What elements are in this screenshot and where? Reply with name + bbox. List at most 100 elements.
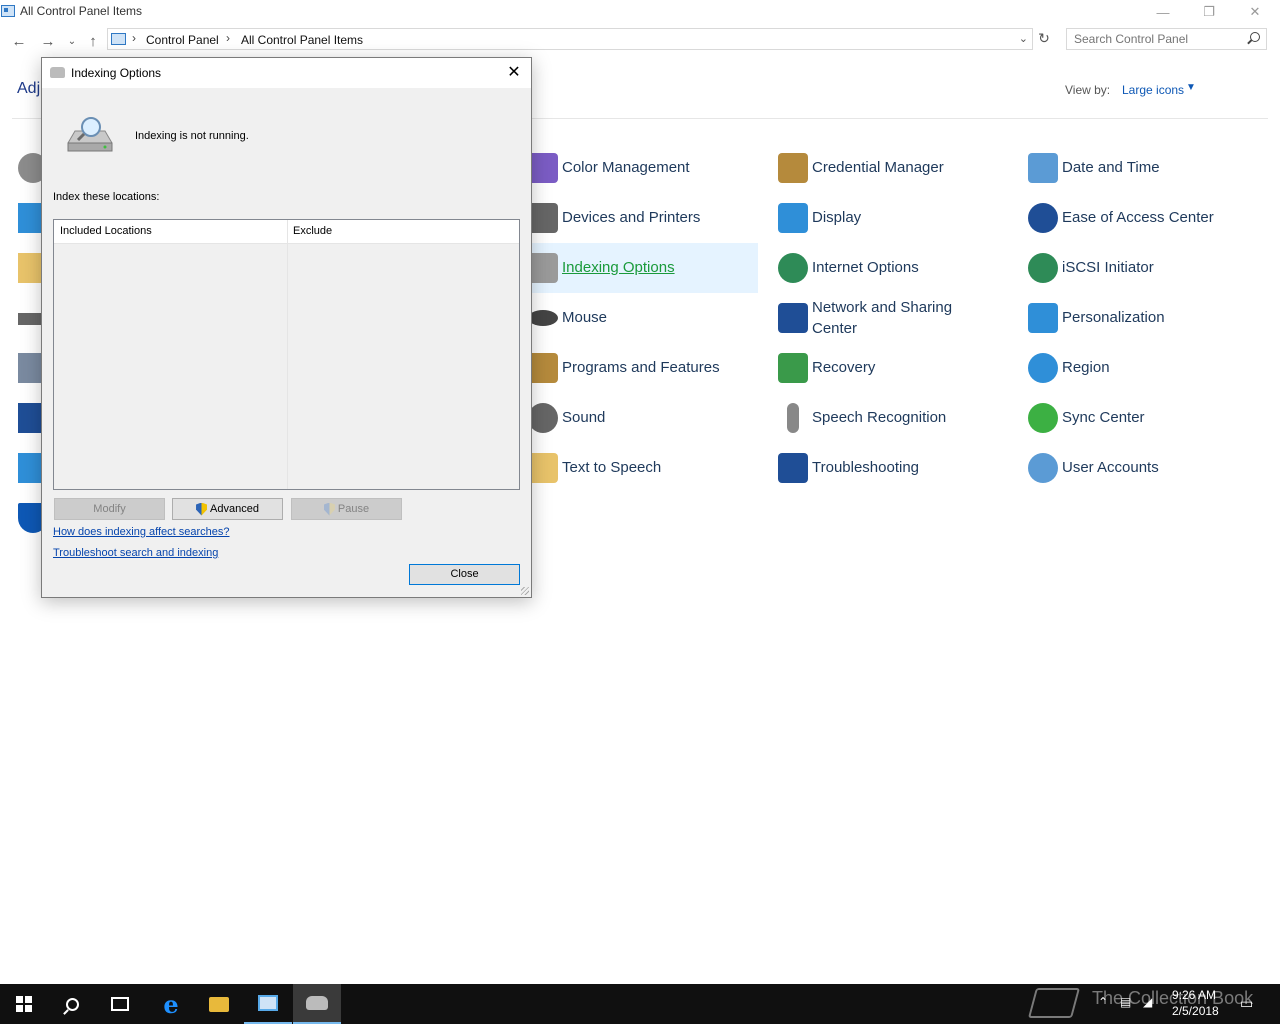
display-icon <box>778 203 808 233</box>
user-accounts-icon <box>1028 453 1058 483</box>
indexing-status-text: Indexing is not running. <box>135 130 249 142</box>
credential-manager-icon <box>778 153 808 183</box>
recovery-icon <box>778 353 808 383</box>
resize-grip-icon[interactable] <box>521 587 529 595</box>
taskbar-file-explorer[interactable] <box>195 984 243 1024</box>
breadcrumb-all-items[interactable]: All Control Panel Items <box>241 33 363 47</box>
refresh-icon[interactable]: ↻ <box>1034 30 1054 50</box>
page-heading: Adj <box>17 80 41 97</box>
cp-item-troubleshooting[interactable]: Troubleshooting <box>768 443 1008 493</box>
view-by-label: View by: <box>1065 83 1111 97</box>
breadcrumb-control-panel[interactable]: Control Panel <box>146 33 219 47</box>
forward-arrow-icon[interactable]: → <box>38 31 58 51</box>
dialog-title: Indexing Options <box>71 66 162 80</box>
taskbar-indexing-options[interactable] <box>293 984 341 1024</box>
personalization-icon <box>1028 303 1058 333</box>
cp-item-network-sharing[interactable]: Network and Sharing Center <box>768 293 1008 343</box>
back-arrow-icon[interactable]: ← <box>9 31 29 51</box>
breadcrumb-chevron-icon[interactable]: › <box>226 31 230 45</box>
cp-item-iscsi-initiator[interactable]: iSCSI Initiator <box>1018 243 1258 293</box>
cp-item-user-accounts[interactable]: User Accounts <box>1018 443 1258 493</box>
volume-muted-icon[interactable]: ◢ <box>1143 995 1152 1009</box>
pause-button[interactable]: Pause <box>291 498 402 520</box>
recent-locations-chevron-icon[interactable]: ⌄ <box>62 31 82 51</box>
close-window-button[interactable]: ✕ <box>1232 0 1278 24</box>
view-by-dropdown-arrow-icon[interactable]: ▼ <box>1186 82 1196 93</box>
cp-item-indexing-options[interactable]: Indexing Options <box>518 243 758 293</box>
indexing-options-icon <box>306 996 328 1010</box>
taskbar-internet-explorer[interactable]: e <box>147 984 195 1024</box>
internet-explorer-icon: e <box>163 989 179 1019</box>
taskbar-search-button[interactable] <box>48 984 96 1024</box>
troubleshooting-icon <box>778 453 808 483</box>
address-dropdown-icon[interactable]: ⌄ <box>1019 32 1028 45</box>
date-time-icon <box>1028 153 1058 183</box>
cp-item-display[interactable]: Display <box>768 193 1008 243</box>
how-indexing-affects-link[interactable]: How does indexing affect searches? <box>53 526 230 538</box>
cp-item-region[interactable]: Region <box>1018 343 1258 393</box>
network-tray-icon[interactable]: ▤ <box>1120 995 1131 1009</box>
control-panel-icon <box>258 995 278 1011</box>
address-bar[interactable]: › Control Panel › All Control Panel Item… <box>107 28 1033 50</box>
cp-item-sync-center[interactable]: Sync Center <box>1018 393 1258 443</box>
cp-item-personalization[interactable]: Personalization <box>1018 293 1258 343</box>
indexing-options-icon <box>528 253 558 283</box>
taskbar-control-panel[interactable] <box>244 984 292 1024</box>
task-view-icon <box>111 997 129 1011</box>
network-icon <box>778 303 808 333</box>
view-by-dropdown[interactable]: Large icons <box>1122 83 1184 97</box>
task-view-button[interactable] <box>96 984 144 1024</box>
cp-item-sound[interactable]: Sound <box>518 393 758 443</box>
microphone-icon <box>787 403 799 433</box>
breadcrumb-chevron-icon[interactable]: › <box>132 31 136 45</box>
indexing-options-dialog: Indexing Options ✕ Indexing is not runni… <box>41 57 532 598</box>
cp-item-ease-of-access[interactable]: Ease of Access Center <box>1018 193 1258 243</box>
indexing-status-icon <box>67 117 113 152</box>
search-icon[interactable] <box>1250 32 1260 42</box>
index-locations-label: Index these locations: <box>53 191 160 203</box>
action-center-icon[interactable]: ▭ <box>1240 995 1253 1012</box>
programs-features-icon <box>528 353 558 383</box>
troubleshoot-indexing-link[interactable]: Troubleshoot search and indexing <box>53 547 218 559</box>
tray-expand-icon[interactable]: ⌃ <box>1098 995 1108 1009</box>
clock-date[interactable]: 2/5/2018 <box>1172 1004 1219 1018</box>
uac-shield-icon <box>196 502 208 516</box>
indexing-options-icon <box>50 67 65 78</box>
advanced-button[interactable]: Advanced <box>172 498 283 520</box>
printer-icon <box>528 203 558 233</box>
mouse-icon <box>528 310 558 326</box>
cp-item-text-to-speech[interactable]: Text to Speech <box>518 443 758 493</box>
file-explorer-icon <box>209 996 229 1012</box>
column-included-locations[interactable]: Included Locations <box>60 225 152 237</box>
cp-item-speech-recognition[interactable]: Speech Recognition <box>768 393 1008 443</box>
column-exclude[interactable]: Exclude <box>293 225 332 237</box>
internet-options-icon <box>778 253 808 283</box>
control-panel-icon <box>111 33 126 45</box>
modify-button[interactable]: Modify <box>54 498 165 520</box>
cp-item-date-and-time[interactable]: Date and Time <box>1018 143 1258 193</box>
cp-item-credential-manager[interactable]: Credential Manager <box>768 143 1008 193</box>
sound-icon <box>528 403 558 433</box>
navigation-bar: ← → ⌄ ↑ › Control Panel › All Control Pa… <box>0 26 1280 54</box>
cp-item-programs-features[interactable]: Programs and Features <box>518 343 758 393</box>
restore-button[interactable]: ❐ <box>1186 0 1232 24</box>
search-icon <box>65 997 79 1011</box>
text-to-speech-icon <box>528 453 558 483</box>
close-button[interactable]: Close <box>409 564 520 585</box>
dialog-close-icon[interactable]: ✕ <box>500 62 528 84</box>
cp-item-recovery[interactable]: Recovery <box>768 343 1008 393</box>
locations-list[interactable]: Included Locations Exclude <box>53 219 520 490</box>
start-button[interactable] <box>0 984 48 1024</box>
ease-of-access-icon <box>1028 203 1058 233</box>
uac-shield-icon <box>323 502 335 516</box>
up-arrow-icon[interactable]: ↑ <box>83 31 103 51</box>
search-box[interactable] <box>1066 28 1267 50</box>
cp-item-devices-and-printers[interactable]: Devices and Printers <box>518 193 758 243</box>
minimize-button[interactable]: — <box>1140 0 1186 24</box>
clock-time[interactable]: 9:26 AM <box>1172 988 1216 1002</box>
cp-item-mouse[interactable]: Mouse <box>518 293 758 343</box>
search-input[interactable] <box>1074 32 1244 46</box>
cp-item-color-management[interactable]: Color Management <box>518 143 758 193</box>
cp-item-internet-options[interactable]: Internet Options <box>768 243 1008 293</box>
sync-center-icon <box>1028 403 1058 433</box>
